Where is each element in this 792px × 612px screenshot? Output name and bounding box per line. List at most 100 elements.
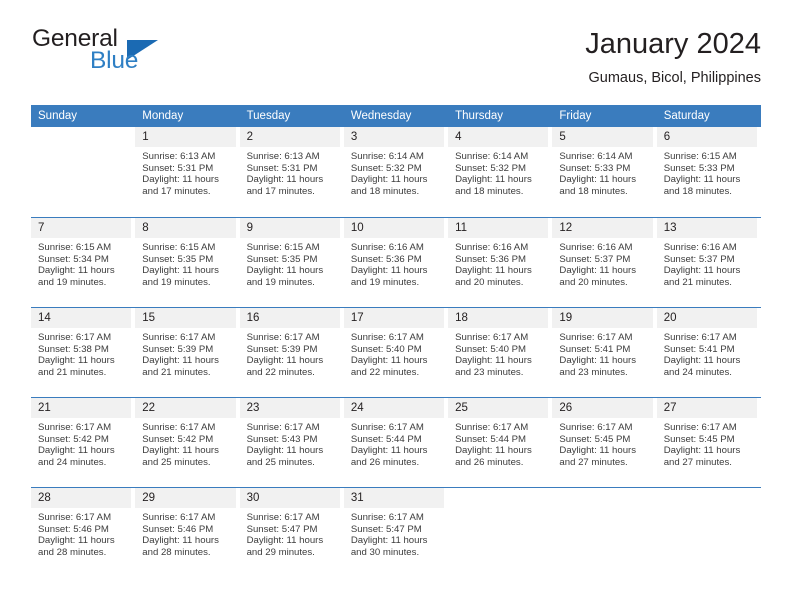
sunset-text: Sunset: 5:33 PM (559, 162, 631, 174)
sunset-text: Sunset: 5:32 PM (455, 162, 527, 174)
day-number: 28 (31, 488, 132, 508)
day-sun-info: Sunrise: 6:16 AM Sunset: 5:37 PM Daylight:… (552, 238, 652, 288)
weekday-header-thursday: Thursday (448, 105, 553, 127)
calendar-day-cell[interactable]: 29 Sunrise: 6:17 AM Sunset: 5:46 PM Dayligh… (135, 487, 240, 577)
calendar-week-row: 14 Sunrise: 6:17 AM Sunset: 5:38 PM Dayligh… (31, 307, 761, 397)
day-sun-info: Sunrise: 6:17 AM Sunset: 5:42 PM Daylight:… (135, 418, 235, 468)
daylight-text-line2: and 24 minutes. (663, 366, 732, 378)
day-sun-info: Sunrise: 6:17 AM Sunset: 5:47 PM Daylight:… (240, 508, 340, 558)
day-cell-content: 5 Sunrise: 6:14 AM Sunset: 5:33 PM Daylight… (552, 127, 656, 217)
sunset-text: Sunset: 5:38 PM (38, 343, 109, 355)
day-sun-info: Sunrise: 6:17 AM Sunset: 5:40 PM Daylight:… (344, 328, 444, 378)
day-cell-content: 21 Sunrise: 6:17 AM Sunset: 5:42 PM Dayligh… (31, 397, 136, 487)
calendar-day-cell[interactable]: 15 Sunrise: 6:17 AM Sunset: 5:39 PM Dayligh… (135, 307, 240, 397)
calendar-day-cell[interactable]: 27 Sunrise: 6:17 AM Sunset: 5:45 PM Dayligh… (656, 397, 761, 487)
day-sun-info: Sunrise: 6:17 AM Sunset: 5:45 PM Daylight:… (552, 418, 652, 468)
calendar-day-cell[interactable]: 13 Sunrise: 6:16 AM Sunset: 5:37 PM Dayligh… (656, 217, 761, 307)
sunset-text: Sunset: 5:40 PM (455, 343, 527, 355)
day-sun-info: Sunrise: 6:17 AM Sunset: 5:43 PM Daylight:… (240, 418, 340, 468)
sunset-text: Sunset: 5:47 PM (246, 523, 318, 535)
calendar-day-cell[interactable]: 17 Sunrise: 6:17 AM Sunset: 5:40 PM Dayligh… (343, 307, 449, 397)
sunrise-text: Sunrise: 6:16 AM (663, 242, 737, 253)
day-number: 30 (239, 488, 340, 508)
day-number: 23 (239, 398, 340, 418)
calendar-day-cell[interactable]: 28 Sunrise: 6:17 AM Sunset: 5:46 PM Dayligh… (31, 487, 136, 577)
calendar-day-cell[interactable]: 3 Sunrise: 6:14 AM Sunset: 5:32 PM Daylight… (343, 127, 448, 217)
sunset-text: Sunset: 5:45 PM (663, 433, 735, 445)
day-number: 26 (552, 398, 653, 418)
page-subtitle: Gumaus, Bicol, Philippines (588, 70, 761, 86)
day-number: 10 (343, 218, 445, 238)
calendar-day-cell[interactable]: 9 Sunrise: 6:15 AM Sunset: 5:35 PM Daylight… (239, 217, 344, 307)
sunrise-text: Sunrise: 6:17 AM (38, 422, 112, 433)
brand-logo[interactable]: General Blue (31, 26, 261, 86)
calendar-day-cell[interactable]: 30 Sunrise: 6:17 AM Sunset: 5:47 PM Dayligh… (239, 487, 344, 577)
sunrise-text: Sunrise: 6:17 AM (246, 332, 320, 343)
day-number: 29 (135, 488, 236, 508)
day-cell-content: 8 Sunrise: 6:15 AM Sunset: 5:35 PM Daylight… (135, 217, 240, 307)
calendar-day-cell[interactable]: 2 Sunrise: 6:13 AM Sunset: 5:31 PM Daylight… (239, 127, 344, 217)
daylight-text-line1: Daylight: 11 hours (455, 174, 532, 186)
daylight-text-line2: and 17 minutes. (142, 185, 211, 197)
sunrise-text: Sunrise: 6:17 AM (246, 512, 320, 523)
calendar-day-cell[interactable]: 1 Sunrise: 6:13 AM Sunset: 5:31 PM Daylight… (135, 127, 239, 217)
calendar-day-cell[interactable]: 20 Sunrise: 6:17 AM Sunset: 5:41 PM Dayligh… (656, 307, 761, 397)
sunset-text: Sunset: 5:47 PM (350, 523, 422, 535)
daylight-text-line1: Daylight: 11 hours (350, 535, 428, 547)
sunrise-text: Sunrise: 6:16 AM (559, 242, 633, 253)
sunset-text: Sunset: 5:44 PM (350, 433, 422, 445)
calendar-week-row: 1 Sunrise: 6:13 AM Sunset: 5:31 PM Daylight… (31, 127, 761, 217)
weekday-header-saturday: Saturday (656, 105, 761, 127)
calendar-day-cell[interactable]: 21 Sunrise: 6:17 AM Sunset: 5:42 PM Dayligh… (31, 397, 136, 487)
calendar-day-cell[interactable]: 18 Sunrise: 6:17 AM Sunset: 5:40 PM Dayligh… (448, 307, 553, 397)
sunrise-text: Sunrise: 6:17 AM (246, 422, 320, 433)
daylight-text-line1: Daylight: 11 hours (246, 445, 324, 457)
calendar-day-cell[interactable]: 6 Sunrise: 6:15 AM Sunset: 5:33 PM Daylight… (656, 127, 761, 217)
day-sun-info: Sunrise: 6:16 AM Sunset: 5:36 PM Daylight:… (344, 238, 444, 288)
calendar-day-cell[interactable]: 5 Sunrise: 6:14 AM Sunset: 5:33 PM Daylight… (552, 127, 656, 217)
daylight-text-line2: and 18 minutes. (663, 185, 732, 197)
daylight-text-line1: Daylight: 11 hours (38, 535, 115, 547)
calendar-empty-cell (656, 487, 761, 577)
sunrise-text: Sunrise: 6:17 AM (350, 512, 424, 523)
daylight-text-line1: Daylight: 11 hours (350, 174, 428, 186)
calendar-day-cell[interactable]: 16 Sunrise: 6:17 AM Sunset: 5:39 PM Dayligh… (239, 307, 344, 397)
day-number: 6 (656, 127, 757, 147)
sunrise-text: Sunrise: 6:17 AM (350, 422, 424, 433)
day-sun-info: Sunrise: 6:17 AM Sunset: 5:39 PM Daylight:… (135, 328, 235, 378)
day-sun-info: Sunrise: 6:17 AM Sunset: 5:39 PM Daylight:… (240, 328, 340, 378)
calendar-day-cell[interactable]: 31 Sunrise: 6:17 AM Sunset: 5:47 PM Dayligh… (343, 487, 449, 577)
calendar-day-cell[interactable]: 7 Sunrise: 6:15 AM Sunset: 5:34 PM Daylight… (31, 217, 136, 307)
daylight-text-line1: Daylight: 11 hours (455, 445, 532, 457)
sunset-text: Sunset: 5:44 PM (455, 433, 527, 445)
calendar-day-cell[interactable]: 24 Sunrise: 6:17 AM Sunset: 5:44 PM Dayligh… (343, 397, 449, 487)
daylight-text-line2: and 17 minutes. (246, 185, 315, 197)
sunrise-text: Sunrise: 6:14 AM (455, 151, 529, 162)
daylight-text-line2: and 19 minutes. (38, 276, 107, 288)
sunset-text: Sunset: 5:39 PM (142, 343, 214, 355)
sunset-text: Sunset: 5:41 PM (559, 343, 631, 355)
calendar-day-cell[interactable]: 8 Sunrise: 6:15 AM Sunset: 5:35 PM Daylight… (135, 217, 240, 307)
day-sun-info: Sunrise: 6:13 AM Sunset: 5:31 PM Daylight:… (135, 147, 235, 197)
calendar-day-cell[interactable]: 26 Sunrise: 6:17 AM Sunset: 5:45 PM Dayligh… (552, 397, 657, 487)
day-sun-info: Sunrise: 6:17 AM Sunset: 5:41 PM Daylight:… (552, 328, 652, 378)
daylight-text-line2: and 19 minutes. (350, 276, 420, 288)
sunrise-text: Sunrise: 6:17 AM (559, 422, 633, 433)
calendar-day-cell[interactable]: 25 Sunrise: 6:17 AM Sunset: 5:44 PM Dayligh… (448, 397, 553, 487)
day-number: 16 (239, 308, 340, 328)
calendar-empty-cell (552, 487, 657, 577)
calendar-day-cell[interactable]: 23 Sunrise: 6:17 AM Sunset: 5:43 PM Dayligh… (239, 397, 344, 487)
calendar-day-cell[interactable]: 11 Sunrise: 6:16 AM Sunset: 5:36 PM Dayligh… (448, 217, 553, 307)
daylight-text-line1: Daylight: 11 hours (663, 174, 741, 186)
calendar-day-cell[interactable]: 22 Sunrise: 6:17 AM Sunset: 5:42 PM Dayligh… (135, 397, 240, 487)
daylight-text-line2: and 28 minutes. (142, 546, 211, 558)
calendar-day-cell[interactable]: 14 Sunrise: 6:17 AM Sunset: 5:38 PM Dayligh… (31, 307, 136, 397)
day-sun-info: Sunrise: 6:16 AM Sunset: 5:36 PM Daylight:… (448, 238, 548, 288)
daylight-text-line1: Daylight: 11 hours (142, 445, 219, 457)
calendar-day-cell[interactable]: 12 Sunrise: 6:16 AM Sunset: 5:37 PM Dayligh… (552, 217, 657, 307)
calendar-day-cell[interactable]: 10 Sunrise: 6:16 AM Sunset: 5:36 PM Dayligh… (343, 217, 449, 307)
calendar-day-cell[interactable]: 19 Sunrise: 6:17 AM Sunset: 5:41 PM Dayligh… (552, 307, 657, 397)
day-number: 15 (135, 308, 236, 328)
day-cell-content: 30 Sunrise: 6:17 AM Sunset: 5:47 PM Dayligh… (239, 487, 344, 577)
calendar-day-cell[interactable]: 4 Sunrise: 6:14 AM Sunset: 5:32 PM Daylight… (448, 127, 552, 217)
